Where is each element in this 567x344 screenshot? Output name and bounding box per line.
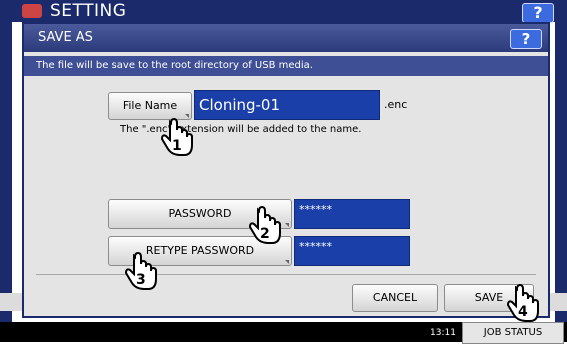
retype-password-button-label: RETYPE PASSWORD (145, 244, 255, 257)
pointing-hand-icon-2: 2 (248, 206, 281, 244)
retype-password-field[interactable]: ****** (294, 236, 410, 266)
file-name-button-label: File Name (122, 99, 178, 112)
dialog-info-bar: The file will be save to the root direct… (24, 56, 548, 76)
background-help-button[interactable]: ? (522, 3, 554, 23)
dialog-header: SAVE AS ? (24, 24, 548, 52)
corner-indicator-icon (285, 223, 289, 227)
corner-indicator-icon (285, 260, 289, 264)
clock: 13:11 (430, 328, 456, 338)
extension-label: .enc (384, 98, 408, 111)
pointing-hand-icon-1: 1 (160, 118, 193, 156)
dialog-title: SAVE AS (38, 30, 93, 45)
dialog-help-button[interactable]: ? (510, 29, 542, 49)
callout-number-1: 1 (172, 138, 182, 154)
cancel-button[interactable]: CANCEL (352, 284, 438, 312)
setting-icon (22, 4, 42, 18)
callout-number-3: 3 (136, 272, 146, 288)
pointing-hand-icon-3: 3 (124, 252, 157, 290)
divider (36, 274, 536, 275)
background-title: SETTING (50, 1, 127, 21)
callout-number-4: 4 (518, 304, 528, 320)
password-button-label: PASSWORD (168, 207, 232, 220)
pointing-hand-icon-4: 4 (506, 284, 539, 322)
file-name-button[interactable]: File Name (108, 92, 192, 120)
password-field[interactable]: ****** (294, 199, 410, 229)
extension-note: The ".enc" extension will be added to th… (120, 124, 362, 135)
file-name-field[interactable]: Cloning-01 (194, 90, 380, 120)
save-as-dialog: SAVE AS ? The file will be save to the r… (22, 22, 550, 318)
job-status-button[interactable]: JOB STATUS (462, 322, 564, 344)
callout-number-2: 2 (260, 226, 270, 242)
